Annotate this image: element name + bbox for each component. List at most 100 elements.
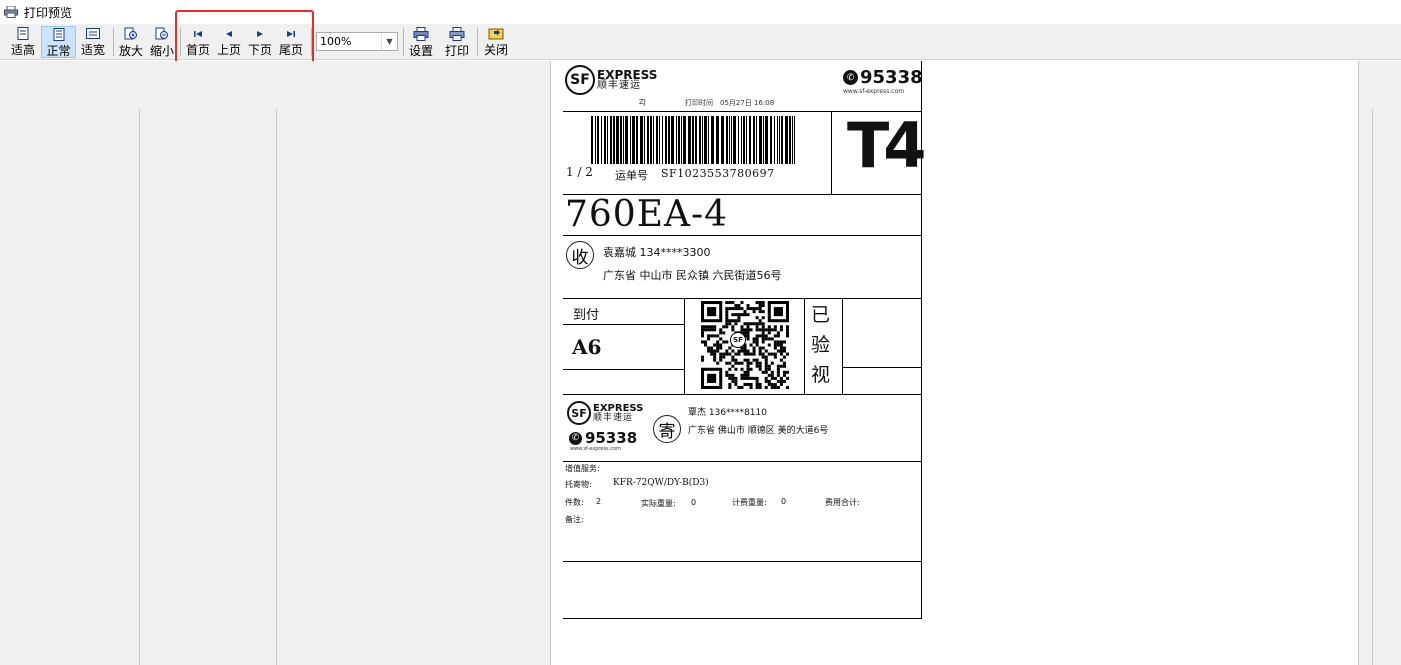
qr-module [716, 340, 720, 344]
qr-module [782, 349, 786, 353]
barcode-bar [671, 116, 674, 164]
inspected-char-3: 视 [811, 364, 831, 386]
qr-module [767, 343, 771, 347]
print-label: 打印 [444, 44, 469, 58]
barcode-bar [656, 116, 658, 164]
qr-module [764, 376, 768, 380]
qr-module [770, 352, 774, 356]
qr-module [725, 316, 729, 320]
qr-module [725, 319, 729, 323]
qr-module [743, 370, 747, 374]
qr-module [737, 313, 741, 317]
qr-module [722, 352, 726, 356]
qr-module [743, 376, 747, 380]
qr-module [755, 340, 759, 344]
qr-module [752, 307, 756, 311]
pieces-label: 件数: [565, 498, 584, 507]
qr-module [761, 334, 765, 338]
qr-module [758, 367, 762, 371]
qr-module [752, 310, 756, 314]
qr-module [734, 352, 738, 356]
barcode-bar [688, 116, 691, 164]
chevron-down-icon[interactable]: ▼ [381, 33, 397, 50]
qr-module [725, 349, 729, 353]
qr-module [773, 385, 777, 389]
value-added-label: 增值服务: [565, 464, 600, 473]
barcode-bar [616, 116, 619, 164]
qr-module [767, 352, 771, 356]
divider [563, 298, 922, 299]
qr-module [710, 334, 714, 338]
page-setup-icon [413, 27, 429, 41]
sender-address: 广东省 佛山市 顺德区 美的大道6号 [688, 426, 829, 436]
zoom-level-select[interactable]: 100% ▼ [316, 32, 398, 51]
qr-module [746, 358, 750, 362]
website-small: www.sf-express.com [570, 446, 621, 452]
qr-module [737, 385, 741, 389]
divider [842, 298, 843, 395]
qr-module [722, 355, 726, 359]
print-button[interactable]: 打印 [443, 26, 471, 58]
qr-module [713, 328, 717, 332]
barcode-bar [597, 116, 599, 164]
qr-module [755, 322, 759, 326]
barcode-bar [785, 116, 788, 164]
qr-module [743, 349, 747, 353]
qr-module [740, 361, 744, 365]
qr-finder [707, 373, 717, 383]
page-normal-icon [51, 28, 67, 41]
qr-module [746, 352, 750, 356]
qr-module [782, 355, 786, 359]
qr-module [731, 301, 735, 305]
normal-size-button[interactable]: 正常 [41, 26, 76, 58]
page-setup-button[interactable]: 设置 [407, 26, 435, 58]
qr-module [746, 349, 750, 353]
barcode-bar [749, 116, 751, 164]
barcode-bar [699, 116, 701, 164]
qr-module [737, 361, 741, 365]
qr-module [731, 307, 735, 311]
barcode-bar [623, 116, 624, 164]
qr-module [728, 361, 732, 365]
actual-weight-value: 0 [691, 498, 697, 507]
fit-width-button[interactable]: 适宽 [77, 26, 109, 58]
qr-module [758, 307, 762, 311]
qr-module [734, 304, 738, 308]
qr-module [761, 337, 765, 341]
qr-module [749, 322, 753, 326]
barcode-bar [668, 116, 670, 164]
qr-module [728, 301, 732, 305]
tracking-qr-code [701, 301, 789, 389]
qr-module [782, 361, 786, 365]
qr-module [746, 331, 750, 335]
page-guide-line [1372, 109, 1373, 665]
barcode-bar [647, 116, 649, 164]
qr-module [737, 319, 741, 323]
qr-module [704, 340, 708, 344]
service-code: T4 [847, 109, 926, 182]
qr-module [740, 328, 744, 332]
barcode-bar [695, 116, 697, 164]
qr-module [701, 325, 705, 329]
qr-module [764, 337, 768, 341]
close-button[interactable]: 关闭 [482, 26, 510, 58]
exit-folder-icon [488, 27, 504, 40]
barcode-bar [613, 116, 615, 164]
fit-height-button[interactable]: 适高 [6, 26, 40, 58]
barcode-bar [601, 116, 602, 164]
barcode-bar [770, 116, 772, 164]
qr-module [731, 373, 735, 377]
qr-module [743, 322, 747, 326]
zoom-in-button[interactable]: 放大 [116, 26, 146, 58]
qr-module [740, 313, 744, 317]
qr-module [749, 352, 753, 356]
qr-module [728, 385, 732, 389]
waybill-label: SF EXPRESS 顺丰速运 ✆ 95338 www.sf-express.c… [563, 61, 926, 619]
qr-module [743, 313, 747, 317]
zoom-out-button[interactable]: 缩小 [148, 26, 176, 58]
barcode-bar [781, 116, 783, 164]
qr-module [767, 337, 771, 341]
qr-module [767, 364, 771, 368]
qr-module [758, 322, 762, 326]
qr-module [779, 325, 783, 329]
